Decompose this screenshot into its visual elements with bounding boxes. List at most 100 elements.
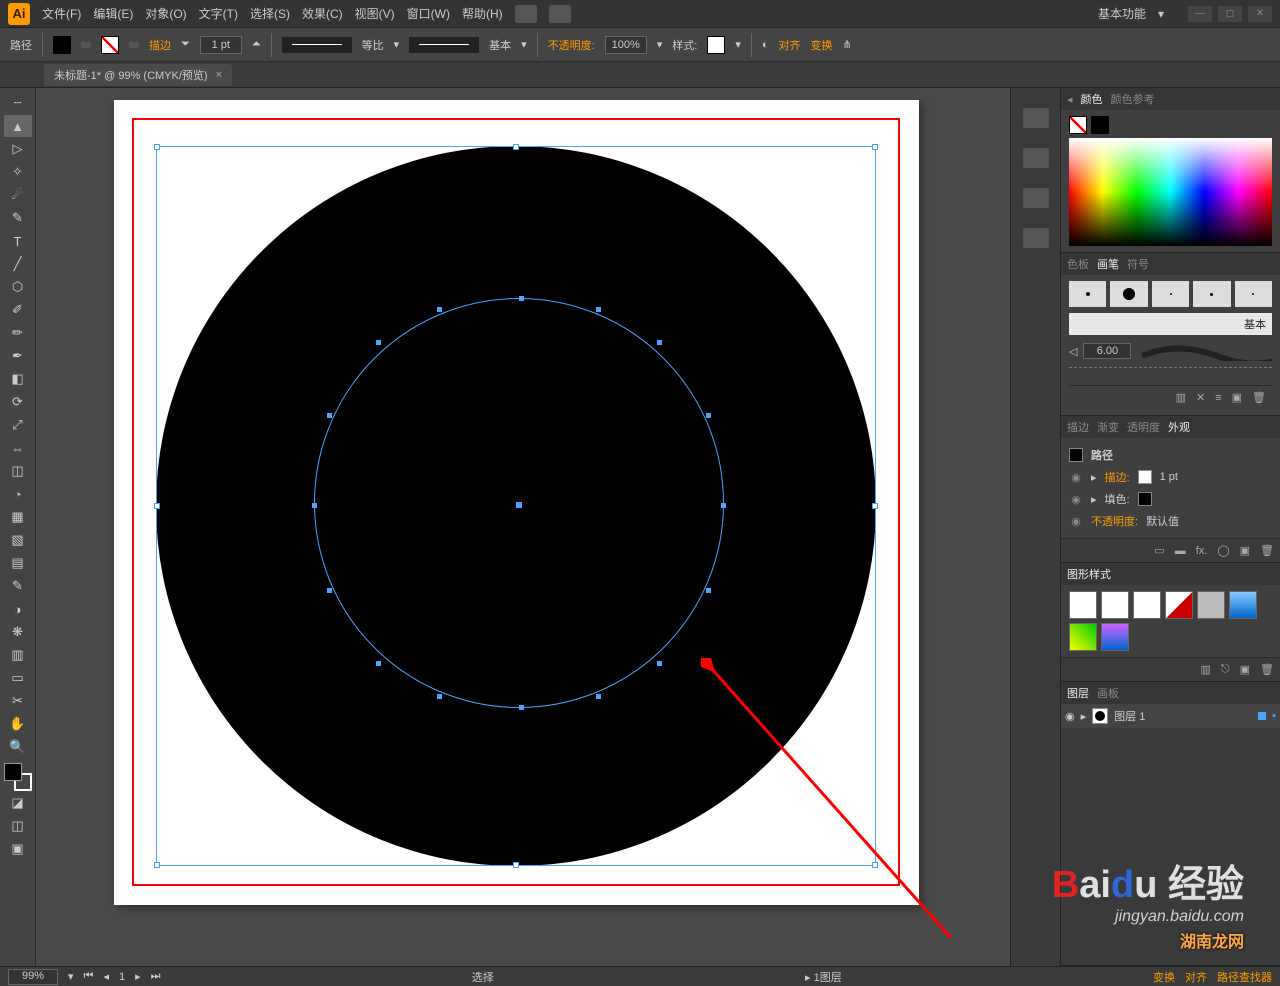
menu-select[interactable]: 选择(S) <box>250 5 290 22</box>
transform-link[interactable]: 变换 <box>811 37 833 53</box>
selection-tool[interactable]: ▲ <box>4 115 32 137</box>
menu-edit[interactable]: 编辑(E) <box>93 5 133 22</box>
trash-icon[interactable]: 🗑 <box>1260 544 1274 557</box>
nav-prev-icon[interactable]: ◂ <box>103 970 109 983</box>
recolor-icon[interactable]: ◐ <box>762 39 769 51</box>
footer-pathfinder[interactable]: 路径查找器 <box>1217 969 1272 985</box>
fx-button[interactable]: fx. <box>1196 545 1208 557</box>
visibility-icon[interactable]: ◉ <box>1069 471 1083 484</box>
profile-preview[interactable] <box>282 37 352 53</box>
styles-delete-icon[interactable]: 🗑 <box>1260 663 1274 676</box>
stroke-stepper-up[interactable]: ⏶ <box>252 38 261 51</box>
menu-help[interactable]: 帮助(H) <box>462 5 503 22</box>
layer-expand-icon[interactable]: ▸ <box>1081 710 1087 723</box>
dock-icon-2[interactable] <box>1023 148 1049 168</box>
stroke-dropdown[interactable] <box>129 42 139 48</box>
workspace-selector[interactable]: 基本功能 <box>1098 5 1146 22</box>
brush-dropdown[interactable]: ▾ <box>521 38 527 51</box>
tab-brushes[interactable]: 画笔 <box>1097 256 1119 272</box>
brush-options-icon[interactable]: ≡ <box>1215 392 1221 404</box>
tab-layers[interactable]: 图层 <box>1067 685 1089 701</box>
close-icon[interactable]: × <box>216 69 222 81</box>
footer-transform[interactable]: 变换 <box>1153 969 1175 985</box>
appearance-stroke-row[interactable]: ◉ ▸ 描边: 1 pt <box>1069 466 1272 488</box>
layer-name[interactable]: 图层 1 <box>1114 708 1145 724</box>
mesh-tool[interactable]: ▧ <box>4 529 32 551</box>
layout-btn-2[interactable] <box>549 5 571 23</box>
tab-color-guide[interactable]: 颜色参考 <box>1111 91 1155 107</box>
brush-preview[interactable] <box>409 37 479 53</box>
style-swatch-5[interactable] <box>1197 591 1225 619</box>
tab-graphic-styles[interactable]: 图形样式 <box>1067 566 1111 582</box>
menu-text[interactable]: 文字(T) <box>199 5 238 22</box>
visibility-icon[interactable]: ◉ <box>1065 710 1075 723</box>
tab-gradient[interactable]: 渐变 <box>1097 419 1119 435</box>
shape-builder-tool[interactable]: ◔ <box>4 483 32 505</box>
hand-tool[interactable]: ✋ <box>4 713 32 735</box>
perspective-tool[interactable]: ▦ <box>4 506 32 528</box>
layout-btn-1[interactable] <box>515 5 537 23</box>
brush-remove-icon[interactable]: ✕ <box>1196 391 1205 404</box>
new-fill-icon[interactable]: ▬ <box>1175 545 1186 557</box>
appearance-fill-row[interactable]: ◉ ▸ 填色: <box>1069 488 1272 510</box>
visibility-icon[interactable]: ◉ <box>1069 493 1083 506</box>
menu-window[interactable]: 窗口(W) <box>407 5 450 22</box>
menu-view[interactable]: 视图(V) <box>355 5 395 22</box>
canvas[interactable] <box>36 88 1010 966</box>
tab-appearance[interactable]: 外观 <box>1168 419 1190 435</box>
styles-lib-icon[interactable]: ▥ <box>1201 663 1211 676</box>
styles-break-link-icon[interactable]: ⎋ <box>1221 663 1230 676</box>
menu-effect[interactable]: 效果(C) <box>302 5 343 22</box>
magic-wand-tool[interactable]: ✧ <box>4 161 32 183</box>
style-swatch-3[interactable] <box>1133 591 1161 619</box>
style-swatch-4[interactable] <box>1165 591 1193 619</box>
dock-icon-1[interactable] <box>1023 108 1049 128</box>
clear-icon[interactable]: ◯ <box>1217 544 1229 557</box>
opacity-input[interactable] <box>605 36 647 54</box>
width-tool[interactable]: ⇔ <box>4 437 32 459</box>
nav-last-icon[interactable]: ⏭ <box>151 970 161 983</box>
chevron-down-icon[interactable]: ▾ <box>1158 7 1164 21</box>
stroke-stepper-down[interactable]: ⏷ <box>181 38 190 51</box>
stroke-weight-input[interactable] <box>200 36 242 54</box>
draw-mode-row[interactable]: ◫ <box>4 815 32 837</box>
line-tool[interactable]: ╱ <box>4 253 32 275</box>
rotate-tool[interactable]: ⟳ <box>4 391 32 413</box>
eraser-tool[interactable]: ◧ <box>4 368 32 390</box>
color-mode-row[interactable]: ◪ <box>4 792 32 814</box>
window-maximize[interactable]: ◻ <box>1218 6 1242 22</box>
styles-new-icon[interactable]: ▣ <box>1240 663 1250 676</box>
artboard-nav[interactable]: 1 <box>119 971 125 983</box>
gradient-tool[interactable]: ▤ <box>4 552 32 574</box>
stroke-label[interactable]: 描边 <box>149 37 171 53</box>
style-swatch-1[interactable] <box>1069 591 1097 619</box>
dock-icon-3[interactable] <box>1023 188 1049 208</box>
direct-selection-tool[interactable]: ▷ <box>4 138 32 160</box>
tab-stroke[interactable]: 描边 <box>1067 419 1089 435</box>
brush-new-icon[interactable]: ▣ <box>1232 391 1242 404</box>
align-link[interactable]: 对齐 <box>779 37 801 53</box>
layer-target-icon[interactable] <box>1258 712 1266 720</box>
document-tab[interactable]: 未标题-1* @ 99% (CMYK/预览) × <box>44 64 232 86</box>
fill-dropdown[interactable] <box>81 42 91 48</box>
pen-tool[interactable]: ✎ <box>4 207 32 229</box>
free-transform-tool[interactable]: ◫ <box>4 460 32 482</box>
brush-preset-1[interactable] <box>1069 281 1106 307</box>
tab-symbols[interactable]: 符号 <box>1127 256 1149 272</box>
panel-collapse-icon[interactable]: ◂ <box>1067 93 1073 106</box>
blob-brush-tool[interactable]: ✒ <box>4 345 32 367</box>
pencil-tool[interactable]: ✏ <box>4 322 32 344</box>
style-swatch-6[interactable] <box>1229 591 1257 619</box>
style-swatch[interactable] <box>707 36 725 54</box>
appearance-opacity-row[interactable]: ◉ 不透明度: 默认值 <box>1069 510 1272 532</box>
opacity-dropdown[interactable]: ▾ <box>657 38 663 51</box>
opacity-label[interactable]: 不透明度: <box>548 37 595 53</box>
visibility-icon[interactable]: ◉ <box>1069 515 1083 528</box>
color-fill-swatch[interactable] <box>1069 116 1087 134</box>
brush-size-input[interactable] <box>1083 343 1131 359</box>
profile-dropdown[interactable]: ▾ <box>394 38 400 51</box>
menu-file[interactable]: 文件(F) <box>42 5 81 22</box>
menu-object[interactable]: 对象(O) <box>145 5 186 22</box>
zoom-dropdown[interactable]: ▾ <box>68 970 74 983</box>
scale-tool[interactable]: ⤢ <box>4 414 32 436</box>
